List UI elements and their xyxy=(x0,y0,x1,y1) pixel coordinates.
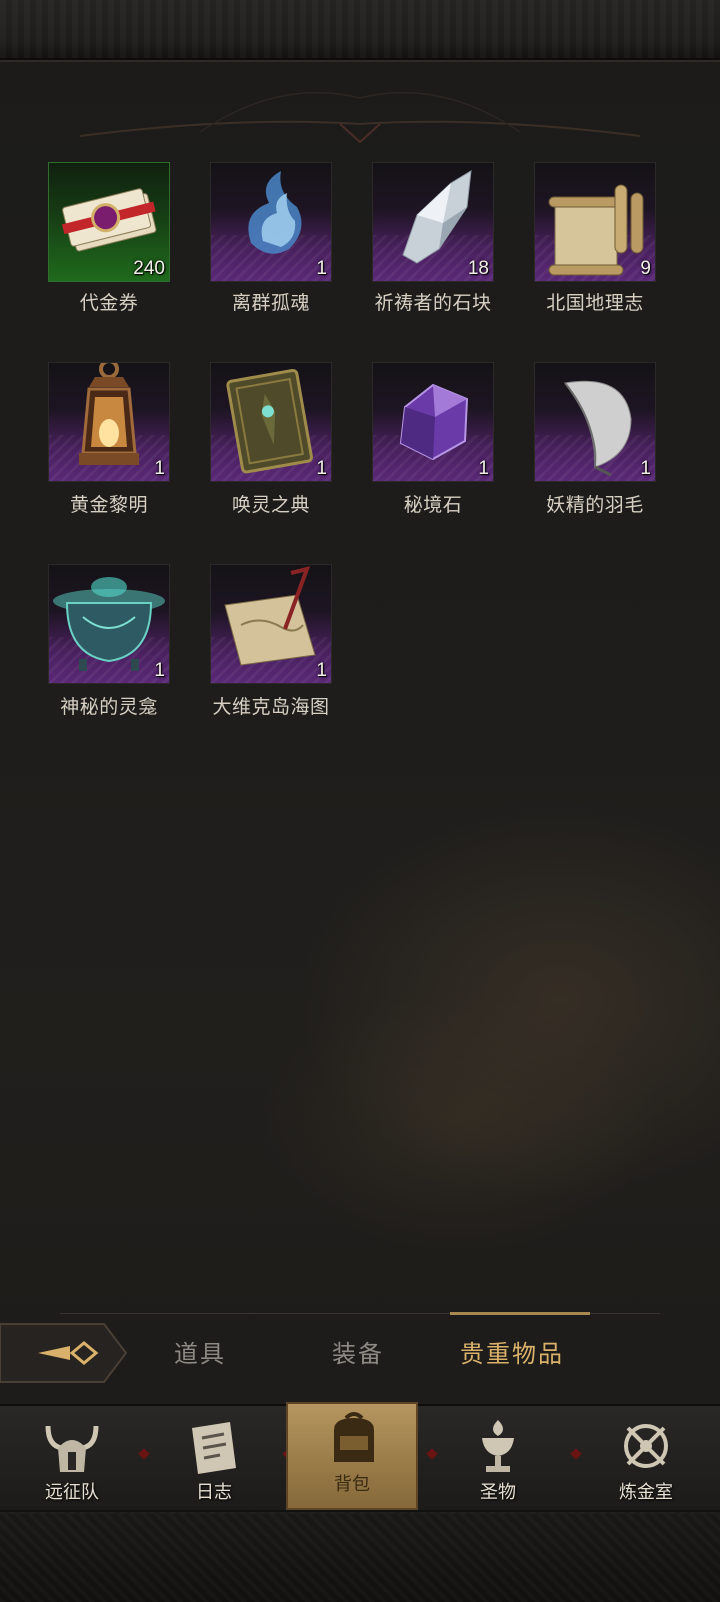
category-tabs: 道具 装备 贵重物品 xyxy=(0,1320,720,1400)
item-count: 240 xyxy=(133,258,165,279)
feather-icon xyxy=(564,380,632,477)
nav-label: 炼金室 xyxy=(619,1482,673,1503)
item-count: 1 xyxy=(640,458,651,479)
alchemy-icon xyxy=(624,1424,668,1468)
tab-items[interactable]: 道具 xyxy=(160,1334,240,1374)
blue-spirit-flame-icon xyxy=(248,171,302,254)
nav-label: 圣物 xyxy=(480,1482,516,1503)
tab-equipment[interactable]: 装备 xyxy=(318,1334,398,1374)
nav-bar: 远征队 日志 背包 圣物 炼金室 xyxy=(0,1402,720,1512)
item-slot-northland-geography[interactable]: 9 北国地理志 xyxy=(486,162,656,332)
item-slot-summoning-tome[interactable]: 1 唤灵之典 xyxy=(162,362,332,532)
nav-relics[interactable]: 圣物 xyxy=(432,1412,564,1508)
item-name: 大维克岛海图 xyxy=(212,696,330,718)
nav-label: 背包 xyxy=(334,1474,370,1495)
journal-icon xyxy=(192,1422,236,1474)
tome-icon xyxy=(226,368,313,474)
item-slot-lost-soul[interactable]: 1 离群孤魂 xyxy=(162,162,332,332)
scroll-icon xyxy=(548,184,644,276)
item-slot-golden-dawn[interactable]: 1 黄金黎明 xyxy=(0,362,170,532)
nav-floor xyxy=(0,1514,720,1602)
back-button[interactable] xyxy=(0,1322,130,1384)
nav-label: 日志 xyxy=(196,1482,232,1503)
item-count: 9 xyxy=(640,258,651,279)
nav-label: 远征队 xyxy=(45,1482,99,1503)
bottom-navigation: 远征队 日志 背包 圣物 炼金室 xyxy=(0,1402,720,1602)
tab-divider xyxy=(60,1312,660,1315)
top-frame xyxy=(0,0,720,60)
item-slot-prayer-stone[interactable]: 18 祈祷者的石块 xyxy=(324,162,494,332)
top-ornament xyxy=(79,91,641,144)
amethyst-icon xyxy=(399,383,469,461)
backpack-icon xyxy=(334,1412,374,1462)
item-name: 妖精的羽毛 xyxy=(546,494,644,516)
chalice-icon xyxy=(482,1420,514,1472)
sea-map-icon xyxy=(224,566,316,666)
item-count: 1 xyxy=(316,660,327,681)
lantern-icon xyxy=(79,363,139,465)
nav-alchemy[interactable]: 炼金室 xyxy=(580,1412,712,1508)
item-slot-voucher[interactable]: 240 代金券 xyxy=(0,162,170,332)
censer-icon xyxy=(53,577,165,671)
horned-helmet-icon xyxy=(45,1425,99,1472)
item-slot-secret-stone[interactable]: 1 秘境石 xyxy=(324,362,494,532)
item-slot-sea-chart[interactable]: 1 大维克岛海图 xyxy=(162,564,332,734)
item-slot-fairy-feather[interactable]: 1 妖精的羽毛 xyxy=(486,362,656,532)
item-slot-mystic-shrine[interactable]: 1 神秘的灵龛 xyxy=(0,564,170,734)
nav-backpack[interactable]: 背包 xyxy=(286,1402,418,1510)
item-name: 北国地理志 xyxy=(546,292,644,314)
nav-expedition[interactable]: 远征队 xyxy=(6,1412,138,1508)
nav-journal[interactable]: 日志 xyxy=(148,1412,280,1508)
tab-valuables[interactable]: 贵重物品 xyxy=(446,1334,578,1374)
